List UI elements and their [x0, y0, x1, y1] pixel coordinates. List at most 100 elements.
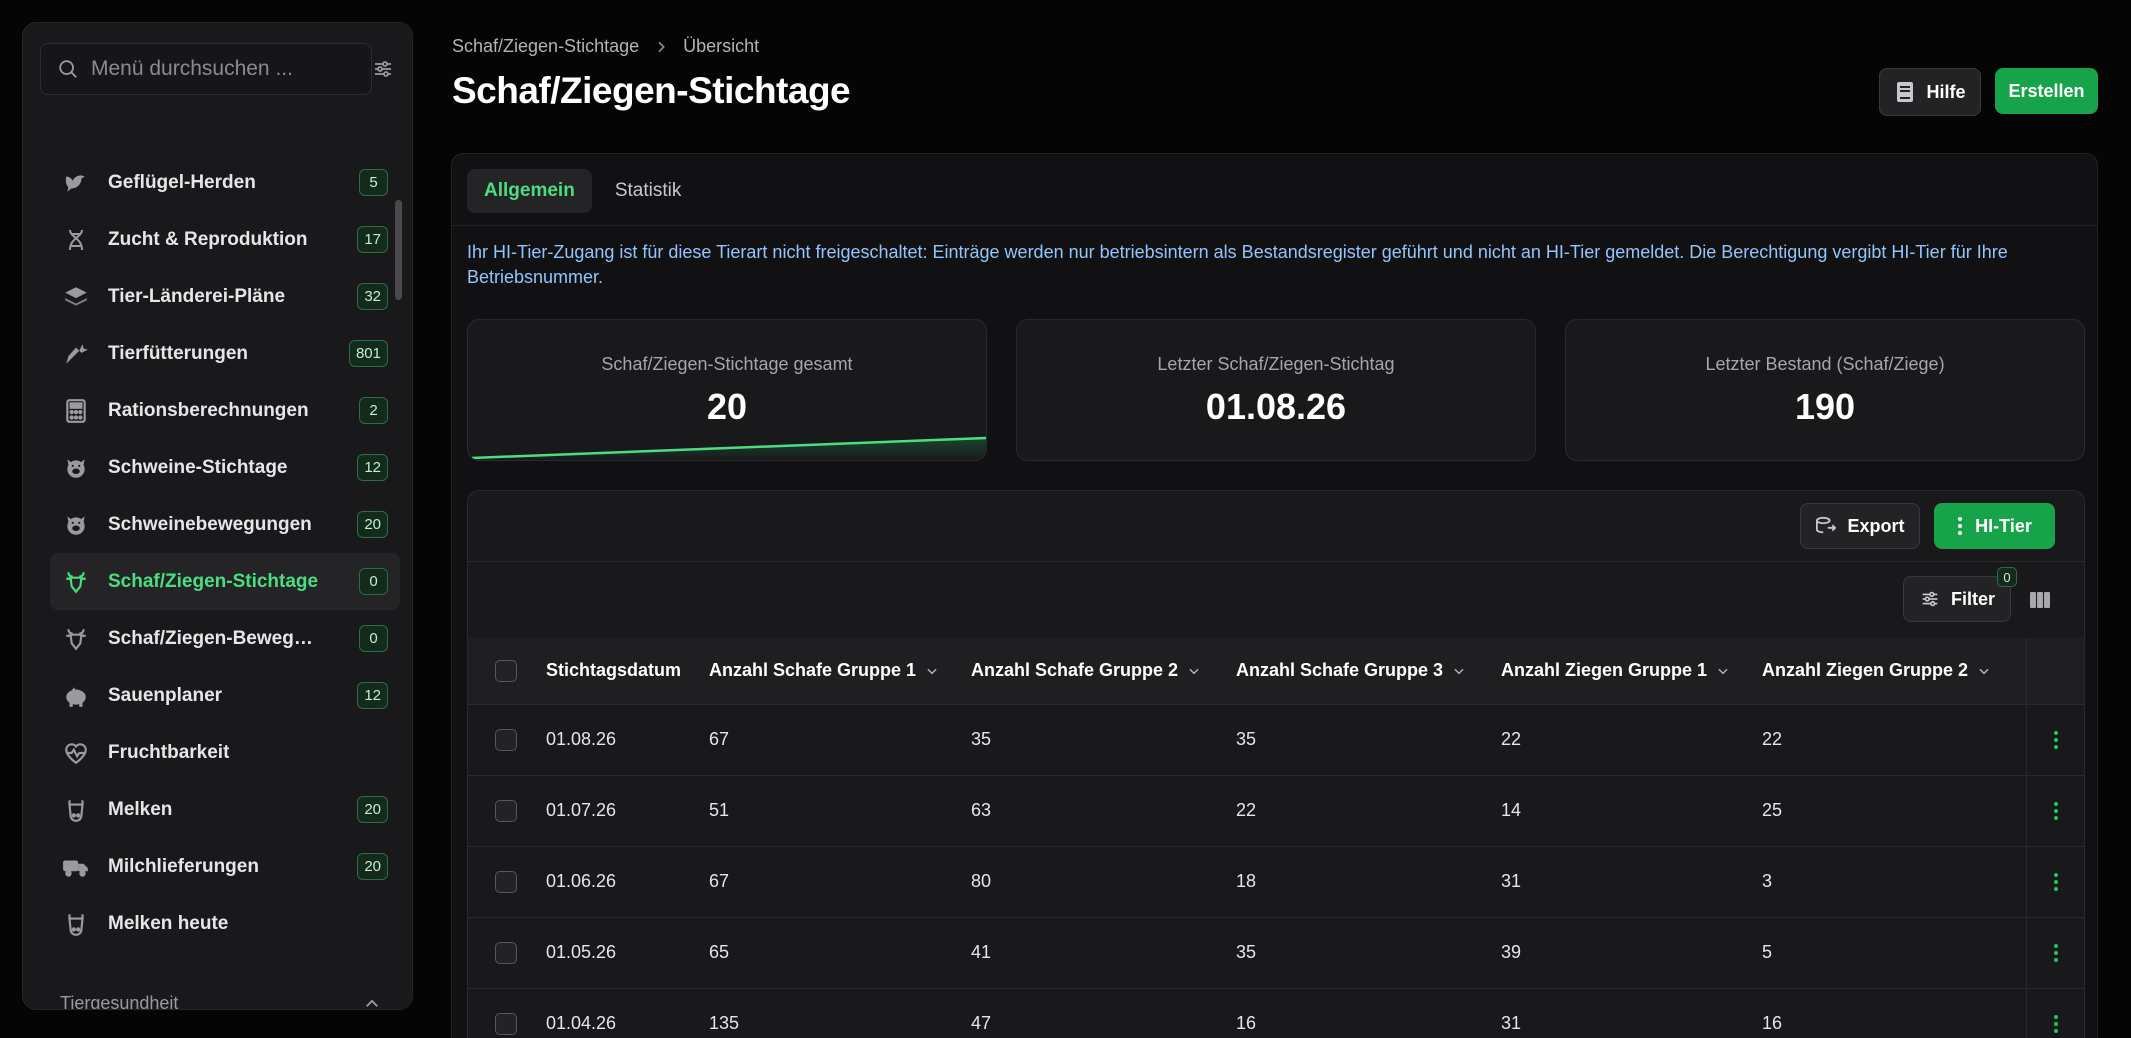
column-header[interactable]: Anzahl Ziegen Gruppe 2 — [1762, 638, 2026, 705]
goat-icon — [62, 625, 90, 653]
menu-search-row — [40, 43, 395, 95]
section-tiergesundheit[interactable]: Tiergesundheit — [60, 993, 178, 1009]
chevron-down-icon[interactable] — [1187, 664, 1201, 678]
more-vertical-icon[interactable] — [2053, 730, 2059, 750]
table-header-row: Stichtagsdatum Anzahl Schafe Gruppe 1 An… — [468, 638, 2084, 705]
sidebar-item-sauenplaner[interactable]: Sauenplaner 12 — [50, 667, 400, 724]
filter-label: Filter — [1950, 588, 1995, 609]
column-header[interactable]: Anzahl Schafe Gruppe 3 — [1236, 638, 1501, 705]
carrot-icon — [62, 340, 90, 368]
sidebar-item-gefluegel-herden[interactable]: Geflügel-Herden 5 — [50, 154, 400, 211]
sidebar-scrollbar[interactable] — [395, 200, 402, 300]
row-checkbox[interactable] — [495, 728, 517, 751]
column-header[interactable]: Anzahl Ziegen Gruppe 1 — [1501, 638, 1762, 705]
more-vertical-icon[interactable] — [2053, 801, 2059, 821]
sidebar-item-label: Zucht & Reproduktion — [108, 228, 308, 250]
table-cell: 39 — [1501, 917, 1762, 989]
tab-statistik[interactable]: Statistik — [598, 169, 699, 213]
sidebar-item-label: Rationsberechnungen — [108, 399, 309, 421]
row-checkbox[interactable] — [495, 799, 517, 822]
stat-card-last-date: Letzter Schaf/Ziegen-Stichtag 01.08.26 — [1016, 319, 1536, 461]
menu-search-input[interactable] — [91, 57, 351, 81]
table-cell: 16 — [1762, 988, 2026, 1038]
table-row[interactable]: 01.08.26 67 35 35 22 22 — [468, 704, 2084, 776]
table-panel: Export HI-Tier Filter 0 Stichtagsdatum A… — [467, 490, 2085, 1038]
table-cell: 63 — [971, 775, 1236, 847]
chevron-up-icon[interactable] — [363, 995, 381, 1010]
stat-card-last-stock: Letzter Bestand (Schaf/Ziege) 190 — [1565, 319, 2085, 461]
row-checkbox[interactable] — [495, 941, 517, 964]
column-header[interactable]: Stichtagsdatum — [546, 638, 709, 705]
table-cell: 16 — [1236, 988, 1501, 1038]
sidebar-item-schweinebewegungen[interactable]: Schweinebewegungen 20 — [50, 496, 400, 553]
more-vertical-icon[interactable] — [2053, 1014, 2059, 1034]
table-row[interactable]: 01.07.26 51 63 22 14 25 — [468, 775, 2084, 847]
search-icon — [59, 60, 77, 78]
table-cell: 01.08.26 — [546, 704, 709, 776]
sidebar-item-schweine-stichtage[interactable]: Schweine-Stichtage 12 — [50, 439, 400, 496]
filter-count-badge: 0 — [1997, 567, 2017, 587]
sidebar-item-label: Fruchtbarkeit — [108, 741, 230, 763]
menu-search-box[interactable] — [40, 43, 372, 95]
create-label: Erstellen — [2008, 80, 2085, 101]
help-button[interactable]: Hilfe — [1879, 68, 1981, 116]
table-cell: 31 — [1501, 988, 1762, 1038]
more-vertical-icon[interactable] — [2053, 943, 2059, 963]
sidebar-item-schaf-ziegen-stichtage[interactable]: Schaf/Ziegen-Stichtage 0 — [50, 553, 400, 610]
sidebar-item-tierfuetterungen[interactable]: Tierfütterungen 801 — [50, 325, 400, 382]
sidebar-item-label: Tierfütterungen — [108, 342, 249, 364]
breadcrumb: Schaf/Ziegen-Stichtage Übersicht — [452, 36, 759, 57]
chevron-down-icon[interactable] — [1716, 664, 1730, 678]
table-cell: 25 — [1762, 775, 2026, 847]
sidebar-item-label: Milchlieferungen — [108, 855, 259, 877]
select-all-checkbox[interactable] — [495, 659, 517, 682]
sidebar-item-fruchtbarkeit[interactable]: Fruchtbarkeit — [50, 724, 400, 781]
count-badge: 12 — [357, 682, 388, 709]
table-cell: 18 — [1236, 846, 1501, 918]
sliders-icon — [1922, 591, 1938, 607]
sidebar-item-rationsberechnungen[interactable]: Rationsberechnungen 2 — [50, 382, 400, 439]
table-row[interactable]: 01.04.26 135 47 16 31 16 — [468, 988, 2084, 1038]
sidebar-item-milchlieferungen[interactable]: Milchlieferungen 20 — [50, 838, 400, 895]
sidebar-item-schaf-ziegen-bewegungen[interactable]: Schaf/Ziegen-Bewegungen 0 — [50, 610, 400, 667]
table-cell: 80 — [971, 846, 1236, 918]
help-label: Hilfe — [1926, 81, 1966, 102]
chevron-down-icon[interactable] — [925, 664, 939, 678]
table-cell: 135 — [709, 988, 971, 1038]
table-row[interactable]: 01.05.26 65 41 35 39 5 — [468, 917, 2084, 989]
row-checkbox[interactable] — [495, 1012, 517, 1035]
table-cell: 01.07.26 — [546, 775, 709, 847]
sidebar-item-melken-heute[interactable]: Melken heute — [50, 895, 400, 952]
tab-allgemein[interactable]: Allgemein — [467, 169, 592, 213]
export-button[interactable]: Export — [1800, 503, 1920, 549]
more-vertical-icon[interactable] — [2053, 872, 2059, 892]
table-cell: 14 — [1501, 775, 1762, 847]
data-table: Stichtagsdatum Anzahl Schafe Gruppe 1 An… — [468, 638, 2084, 1038]
sidebar-item-melken[interactable]: Melken 20 — [50, 781, 400, 838]
stat-card-total: Schaf/Ziegen-Stichtage gesamt 20 — [467, 319, 987, 461]
calculator-icon — [62, 397, 90, 425]
hi-tier-button[interactable]: HI-Tier — [1934, 503, 2055, 549]
row-checkbox[interactable] — [495, 870, 517, 893]
sidebar-item-label: Melken — [108, 798, 173, 820]
column-header[interactable]: Anzahl Schafe Gruppe 1 — [709, 638, 971, 705]
table-cell: 35 — [971, 704, 1236, 776]
chevron-right-icon — [653, 39, 669, 55]
sidebar-item-zucht-reproduktion[interactable]: Zucht & Reproduktion 17 — [50, 211, 400, 268]
sidebar-item-label: Schweinebewegungen — [108, 513, 312, 535]
breadcrumb-link[interactable]: Schaf/Ziegen-Stichtage — [452, 36, 639, 57]
column-header[interactable]: Anzahl Schafe Gruppe 2 — [971, 638, 1236, 705]
table-cell: 47 — [971, 988, 1236, 1038]
main-card: Allgemein Statistik Ihr HI-Tier-Zugang i… — [451, 153, 2098, 1038]
table-cell: 01.05.26 — [546, 917, 709, 989]
sparkline — [471, 436, 986, 460]
filter-button[interactable]: Filter — [1903, 576, 2011, 622]
stat-label: Schaf/Ziegen-Stichtage gesamt — [601, 354, 853, 374]
create-button[interactable]: Erstellen — [1995, 68, 2098, 114]
columns-icon[interactable] — [2028, 588, 2052, 612]
table-row[interactable]: 01.06.26 67 80 18 31 3 — [468, 846, 2084, 918]
chevron-down-icon[interactable] — [1452, 664, 1466, 678]
sidebar-item-tier-laenderei-plaene[interactable]: Tier-Länderei-Pläne 32 — [50, 268, 400, 325]
chevron-down-icon[interactable] — [1977, 664, 1991, 678]
sliders-icon[interactable] — [371, 57, 395, 81]
